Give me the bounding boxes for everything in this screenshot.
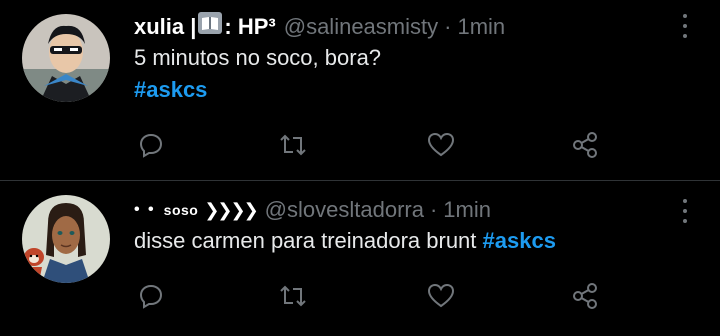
user-handle[interactable]: @slovesltadorra [265, 195, 424, 225]
separator: · [444, 14, 452, 39]
tweet[interactable]: xulia | : HP³ @salineasmisty · 1min 5 mi… [0, 0, 720, 180]
tweet-actions [134, 281, 614, 311]
like-icon[interactable] [426, 130, 456, 160]
display-name[interactable]: soso [164, 195, 199, 225]
tweet[interactable]: • • soso ❯❯❯❯ @slovesltadorra · 1min dis… [0, 181, 720, 336]
timestamp[interactable]: 1min [457, 12, 505, 42]
avatar-image [22, 195, 110, 283]
timestamp[interactable]: 1min [443, 195, 491, 225]
avatar-image [22, 14, 110, 102]
tweet-header: xulia | : HP³ @salineasmisty · 1min [134, 12, 680, 42]
hashtag-link[interactable]: #askcs [483, 228, 556, 253]
more-icon[interactable] [678, 199, 692, 223]
open-book-emoji-icon [198, 12, 223, 42]
retweet-icon[interactable] [278, 281, 308, 311]
tweet-text-line: disse carmen para treinadora brunt #askc… [134, 225, 680, 257]
hashtag-link[interactable]: #askcs [134, 77, 207, 102]
name-decoration: • • [134, 201, 156, 218]
tweet-content: xulia | : HP³ @salineasmisty · 1min 5 mi… [134, 12, 680, 106]
share-icon[interactable] [570, 130, 600, 160]
tweet-actions [134, 130, 614, 160]
share-icon[interactable] [570, 281, 600, 311]
like-icon[interactable] [426, 281, 456, 311]
more-icon[interactable] [678, 14, 692, 38]
tweet-text: 5 minutos no soco, bora? [134, 45, 382, 70]
retweet-icon[interactable] [278, 130, 308, 160]
user-handle[interactable]: @salineasmisty [284, 12, 438, 42]
tweet-content: • • soso ❯❯❯❯ @slovesltadorra · 1min dis… [134, 195, 680, 257]
name-chevrons: ❯❯❯❯ [204, 200, 258, 220]
avatar[interactable] [22, 195, 110, 283]
separator: · [429, 197, 438, 222]
reply-icon[interactable] [136, 130, 166, 160]
reply-icon[interactable] [136, 281, 166, 311]
avatar[interactable] [22, 14, 110, 102]
display-name-suffix[interactable]: : HP³ [224, 12, 275, 42]
tweet-text: disse carmen para treinadora brunt [134, 228, 483, 253]
display-name[interactable]: xulia | [134, 12, 196, 42]
tweet-header: • • soso ❯❯❯❯ @slovesltadorra · 1min [134, 195, 680, 225]
